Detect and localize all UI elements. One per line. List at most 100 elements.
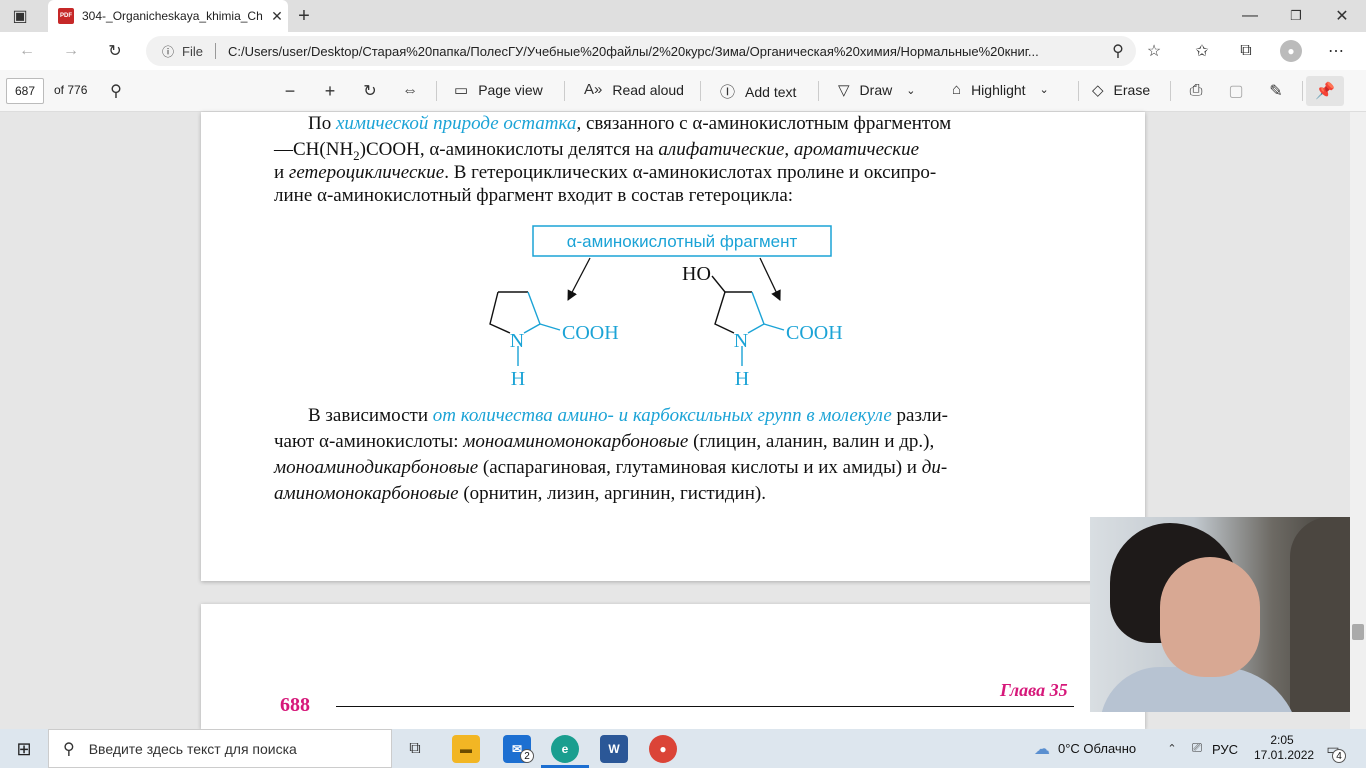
proline-bond-cooh xyxy=(539,323,561,331)
favorites-icon[interactable]: ✩ xyxy=(1192,41,1212,61)
url-separator xyxy=(214,43,216,59)
proline-bond-left xyxy=(489,291,511,334)
back-icon[interactable]: ← xyxy=(16,41,38,61)
pin-icon[interactable]: 📌 xyxy=(1306,76,1344,106)
page-view-icon: ▭ xyxy=(454,82,469,99)
structure-figure: α-аминокислотный фрагмент N H COOH HO N … xyxy=(489,225,843,390)
chevron-down-icon[interactable]: ⌄ xyxy=(1040,83,1049,96)
search-placeholder: Введите здесь текст для поиска xyxy=(88,740,297,757)
paragraph-chemical-nature: По химической природе остатка, связанног… xyxy=(308,113,952,134)
page-view-label: Page view xyxy=(478,82,543,98)
draw-button[interactable]: ▽ Draw ⌄ xyxy=(838,81,915,99)
zoom-icon[interactable]: ⚲ xyxy=(1108,41,1128,61)
highlight-icon: ⌂ xyxy=(952,81,962,98)
toolbar-divider xyxy=(1170,81,1171,101)
erase-label: Erase xyxy=(1113,82,1151,98)
draw-label: Draw xyxy=(859,82,893,98)
weather-widget[interactable]: ☁ 0°C Облачно xyxy=(1034,729,1136,768)
proline-bond-right xyxy=(523,291,541,334)
page-number-input[interactable]: 687 xyxy=(6,78,44,104)
rotate-icon[interactable]: ↻ xyxy=(360,81,380,101)
clock-time: 2:05 xyxy=(1270,733,1294,747)
toolbar-divider xyxy=(436,81,437,101)
chevron-up-icon[interactable]: ⌃ xyxy=(1164,739,1180,757)
lang-indicator[interactable]: РУС xyxy=(1212,740,1238,758)
network-icon[interactable]: ⎚ xyxy=(1188,739,1206,757)
info-icon: ⓘ xyxy=(161,44,174,59)
paragraph-line-4b: аминомонокарбоновые (орнитин, лизин, арг… xyxy=(274,483,766,504)
read-aloud-button[interactable]: A» Read aloud xyxy=(584,81,684,98)
page-view-button[interactable]: ▭ Page view xyxy=(454,81,543,99)
hydroxyproline-ho: HO xyxy=(682,263,711,285)
paragraph-amino-groups: В зависимости от количества амино- и кар… xyxy=(308,405,948,426)
word-icon[interactable]: W xyxy=(600,735,628,763)
search-icon[interactable]: ⚲ xyxy=(106,81,126,101)
notification-badge: 4 xyxy=(1332,749,1346,763)
fragment-label: α-аминокислотный фрагмент xyxy=(567,232,798,251)
favorite-add-icon[interactable]: ☆ xyxy=(1144,41,1164,61)
read-aloud-icon: A» xyxy=(584,81,603,98)
clock-date: 17.01.2022 xyxy=(1254,748,1315,762)
print-icon[interactable]: ⎙ xyxy=(1186,81,1206,101)
windows-start-icon[interactable]: ⊞ xyxy=(14,739,34,759)
profile-avatar[interactable]: ● xyxy=(1280,40,1302,62)
chrome-icon[interactable]: ● xyxy=(649,735,677,763)
task-view-icon[interactable]: ⧉ xyxy=(404,738,426,760)
eraser-icon: ◇ xyxy=(1092,82,1104,99)
arrow-left xyxy=(567,257,591,301)
restore-icon[interactable]: ❐ xyxy=(1286,6,1306,26)
hydroxyproline-h: H xyxy=(735,368,749,390)
proline-h: H xyxy=(511,368,525,390)
paragraph-line-4: лине α-аминокислотный фрагмент входит в … xyxy=(274,185,794,206)
tab-title: 304-_Organicheskaya_khimia_Ch xyxy=(82,9,263,23)
proline-n: N xyxy=(510,330,524,352)
collections-icon[interactable]: ⧉ xyxy=(1236,41,1256,61)
close-icon[interactable]: ✕ xyxy=(266,8,288,25)
edge-icon[interactable]: e xyxy=(551,735,579,763)
erase-button[interactable]: ◇ Erase xyxy=(1092,81,1150,99)
toolbar-divider xyxy=(1302,81,1303,101)
new-tab-button[interactable]: + xyxy=(292,4,316,28)
refresh-icon[interactable]: ↻ xyxy=(104,41,126,61)
tab-pdf[interactable]: PDF 304-_Organicheskaya_khimia_Ch ✕ xyxy=(48,0,288,32)
zoom-in-icon[interactable]: + xyxy=(320,81,340,101)
person-face xyxy=(1160,557,1260,677)
tab-bar: ▣ PDF 304-_Organicheskaya_khimia_Ch ✕ + … xyxy=(0,0,1366,32)
person-background xyxy=(1290,517,1350,712)
hydroxyproline-bond-oh xyxy=(711,275,726,293)
hydroxyproline-n: N xyxy=(734,330,748,352)
paragraph-line-3b: моноаминодикарбоновые (аспарагиновая, гл… xyxy=(274,457,948,478)
toolbar-divider xyxy=(818,81,819,101)
toolbar-divider xyxy=(564,81,565,101)
zoom-out-icon[interactable]: − xyxy=(280,81,300,101)
paragraph-line-2b: чают α-аминокислоты: моноаминомонокарбон… xyxy=(274,431,935,452)
proline-cooh: COOH xyxy=(562,322,619,344)
url-text: C:/Users/user/Desktop/Старая%20папка/Пол… xyxy=(227,43,1039,59)
chevron-down-icon[interactable]: ⌄ xyxy=(906,84,915,97)
add-text-button[interactable]: Ⓘ Add text xyxy=(720,81,796,102)
address-bar: ← → ↻ ⓘ File C:/Users/user/Desktop/Стара… xyxy=(0,32,1366,70)
tab-actions-icon[interactable]: ▣ xyxy=(10,6,30,26)
url-field[interactable]: ⓘ File C:/Users/user/Desktop/Старая%20па… xyxy=(146,36,1136,66)
minimize-icon[interactable]: — xyxy=(1240,6,1260,26)
header-rule xyxy=(336,706,1074,707)
fit-page-icon[interactable]: ⇔ xyxy=(400,81,420,101)
scrollbar-thumb[interactable] xyxy=(1352,624,1364,640)
read-aloud-label: Read aloud xyxy=(612,81,684,98)
cloud-icon: ☁ xyxy=(1034,740,1050,758)
save-icon[interactable]: ▢ xyxy=(1226,81,1246,101)
forward-icon[interactable]: → xyxy=(60,41,82,61)
clock[interactable]: 2:05 17.01.2022 xyxy=(1254,733,1315,763)
close-window-icon[interactable]: ✕ xyxy=(1332,6,1352,26)
webcam-video xyxy=(1090,517,1350,712)
page-count: of 776 xyxy=(54,83,88,97)
menu-icon[interactable]: ⋯ xyxy=(1326,41,1346,61)
highlight-button[interactable]: ⌂ Highlight ⌄ xyxy=(952,81,1049,98)
taskbar-search[interactable]: ⚲ Введите здесь текст для поиска xyxy=(48,729,392,768)
hydroxyproline-bond-left xyxy=(714,291,735,334)
pdf-page-688 xyxy=(201,604,1145,729)
hydroxyproline-bond-right xyxy=(747,291,765,334)
save-as-icon[interactable]: ✎ xyxy=(1266,81,1286,101)
file-explorer-icon[interactable]: ▬ xyxy=(452,735,480,763)
pdf-icon: PDF xyxy=(58,8,74,24)
